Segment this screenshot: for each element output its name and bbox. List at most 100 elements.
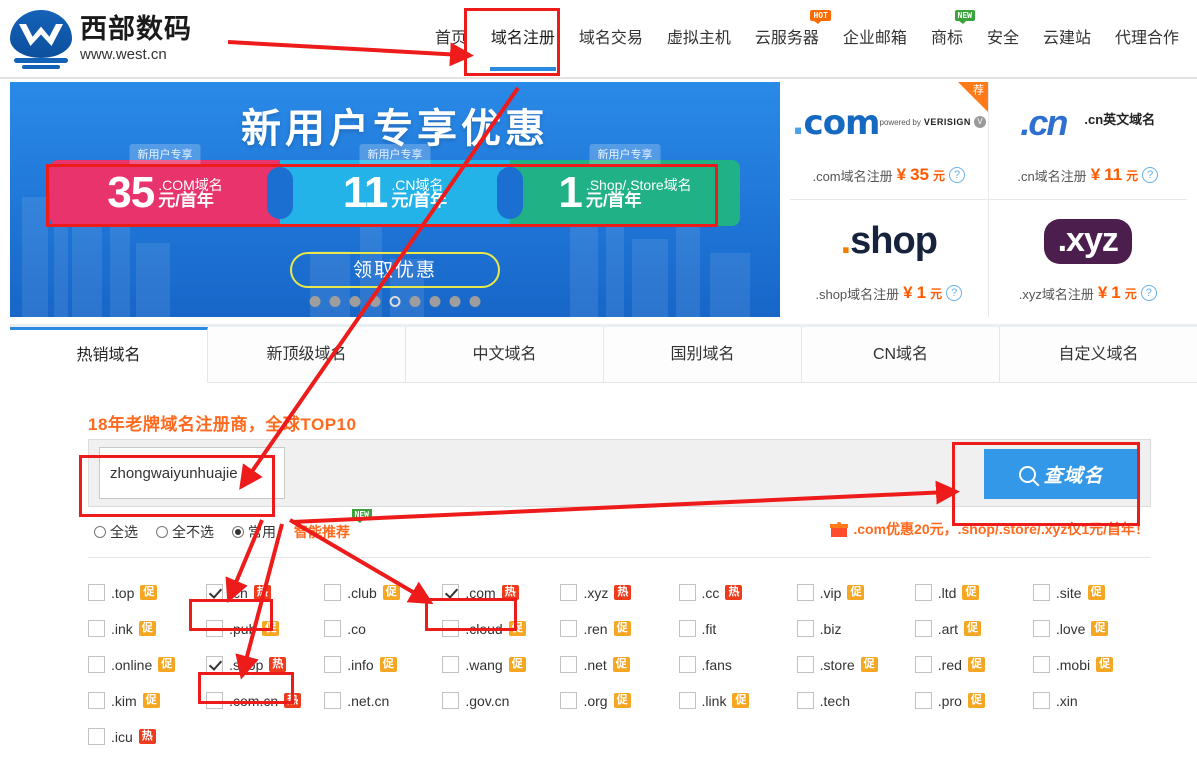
tld-checkbox-fans[interactable]: .fans: [678, 653, 797, 676]
nav-item-8[interactable]: 云建站: [1031, 0, 1103, 77]
checkbox-icon[interactable]: [88, 584, 105, 601]
checkbox-icon[interactable]: [678, 656, 696, 673]
tld-checkbox-pro[interactable]: .pro 促: [914, 689, 1033, 712]
nav-item-1[interactable]: 域名注册: [479, 0, 567, 77]
checkbox-icon[interactable]: [1032, 656, 1050, 673]
tld-checkbox-kim[interactable]: .kim 促: [88, 689, 206, 712]
carousel-dot-1[interactable]: [329, 296, 341, 307]
tld-checkbox-top[interactable]: .top 促: [88, 581, 206, 604]
checkbox-icon[interactable]: [796, 584, 814, 601]
tld-checkbox-comcn[interactable]: .com.cn 热: [206, 689, 324, 712]
tld-checkbox-cloud[interactable]: .cloud 促: [442, 617, 560, 640]
checkbox-icon[interactable]: [914, 584, 932, 601]
tld-checkbox-ink[interactable]: .ink 促: [88, 617, 206, 640]
tab-0[interactable]: 热销域名: [10, 327, 208, 383]
help-icon[interactable]: ?: [1140, 285, 1157, 302]
checkbox-icon[interactable]: [1032, 692, 1050, 709]
help-icon[interactable]: ?: [946, 285, 963, 302]
carousel-dot-6[interactable]: [429, 296, 441, 307]
tld-checkbox-org[interactable]: .org 促: [560, 689, 678, 712]
nav-item-5[interactable]: 企业邮箱: [831, 0, 919, 77]
tld-checkbox-net[interactable]: .net 促: [560, 653, 678, 676]
checkbox-icon[interactable]: [88, 656, 105, 673]
tld-checkbox-icu[interactable]: .icu 热: [88, 725, 206, 748]
checkbox-icon[interactable]: [796, 656, 814, 673]
promo-card-shop[interactable]: .shop .shop域名注册 ¥1 元?: [790, 199, 989, 317]
checkbox-icon[interactable]: [442, 620, 460, 637]
tld-checkbox-cc[interactable]: .cc 热: [678, 581, 797, 604]
carousel-dot-2[interactable]: [349, 296, 361, 307]
carousel-dot-0[interactable]: [309, 296, 321, 307]
promo-banner[interactable]: 新用户专享优惠 新用户专享 35 .COM域名 元/首年 新用户专享 11 .CN域名 元/首…: [10, 82, 780, 317]
select-option-0[interactable]: 全选: [94, 522, 138, 542]
nav-item-7[interactable]: 安全: [975, 0, 1031, 77]
checkbox-icon[interactable]: [1032, 620, 1050, 637]
help-icon[interactable]: ?: [1142, 167, 1159, 184]
checkbox-icon[interactable]: [324, 584, 342, 601]
tld-checkbox-site[interactable]: .site 促: [1032, 581, 1151, 604]
select-option-2[interactable]: 常用: [232, 522, 276, 542]
nav-item-2[interactable]: 域名交易: [567, 0, 655, 77]
tld-checkbox-xin[interactable]: .xin: [1032, 689, 1151, 712]
checkbox-icon[interactable]: [442, 584, 460, 601]
tld-checkbox-fit[interactable]: .fit: [678, 617, 797, 640]
carousel-dot-3[interactable]: [369, 296, 381, 307]
tld-checkbox-pub[interactable]: .pub 促: [206, 617, 324, 640]
select-option-1[interactable]: 全不选: [156, 522, 214, 542]
checkbox-icon[interactable]: [560, 656, 578, 673]
checkbox-icon[interactable]: [324, 692, 342, 709]
checkbox-icon[interactable]: [914, 620, 932, 637]
tld-checkbox-red[interactable]: .red 促: [914, 653, 1033, 676]
checkbox-icon[interactable]: [914, 692, 932, 709]
tld-checkbox-tech[interactable]: .tech: [796, 689, 915, 712]
tab-4[interactable]: CN域名: [802, 327, 1000, 383]
checkbox-icon[interactable]: [442, 656, 460, 673]
promo-card-cn[interactable]: .cn .cn英文域名 .cn域名注册 ¥11 元?: [988, 82, 1187, 200]
checkbox-icon[interactable]: [560, 692, 578, 709]
domain-search-input[interactable]: [99, 447, 285, 499]
checkbox-icon[interactable]: [560, 584, 578, 601]
tld-checkbox-ren[interactable]: .ren 促: [560, 617, 678, 640]
tld-checkbox-club[interactable]: .club 促: [324, 581, 442, 604]
banner-promo-card-1[interactable]: 新用户专享 11 .CN域名 元/首年: [267, 144, 523, 226]
tld-checkbox-com[interactable]: .com 热: [442, 581, 560, 604]
tld-checkbox-love[interactable]: .love 促: [1032, 617, 1151, 640]
tld-checkbox-cn[interactable]: .cn 热: [206, 581, 324, 604]
checkbox-icon[interactable]: [206, 584, 224, 601]
checkbox-icon[interactable]: [88, 620, 105, 637]
carousel-dot-7[interactable]: [449, 296, 461, 307]
nav-item-0[interactable]: 首页: [423, 0, 479, 77]
tld-checkbox-online[interactable]: .online 促: [88, 653, 206, 676]
tab-3[interactable]: 国别域名: [604, 327, 802, 383]
checkbox-icon[interactable]: [88, 728, 105, 745]
tab-2[interactable]: 中文域名: [406, 327, 604, 383]
tld-checkbox-govcn[interactable]: .gov.cn: [442, 689, 560, 712]
carousel-dot-4[interactable]: [389, 296, 401, 307]
tld-checkbox-store[interactable]: .store 促: [796, 653, 915, 676]
checkbox-icon[interactable]: [796, 692, 814, 709]
tld-checkbox-art[interactable]: .art 促: [914, 617, 1033, 640]
radio-icon[interactable]: [94, 526, 106, 538]
checkbox-icon[interactable]: [324, 620, 342, 637]
tld-checkbox-ltd[interactable]: .ltd 促: [914, 581, 1033, 604]
tld-checkbox-link[interactable]: .link 促: [678, 689, 797, 712]
checkbox-icon[interactable]: [678, 620, 696, 637]
checkbox-icon[interactable]: [1032, 584, 1050, 601]
tab-5[interactable]: 自定义域名: [1000, 327, 1197, 383]
checkbox-icon[interactable]: [678, 692, 696, 709]
nav-item-4[interactable]: 云服务器 HOT: [743, 0, 831, 77]
site-logo[interactable]: 西部数码 www.west.cn: [10, 8, 192, 70]
tld-checkbox-biz[interactable]: .biz: [796, 617, 915, 640]
carousel-dot-5[interactable]: [409, 296, 421, 307]
tld-checkbox-mobi[interactable]: .mobi 促: [1032, 653, 1151, 676]
help-icon[interactable]: ?: [949, 167, 966, 184]
checkbox-icon[interactable]: [206, 692, 224, 709]
tld-checkbox-co[interactable]: .co: [324, 617, 442, 640]
checkbox-icon[interactable]: [796, 620, 814, 637]
checkbox-icon[interactable]: [206, 620, 224, 637]
tld-checkbox-netcn[interactable]: .net.cn: [324, 689, 442, 712]
tab-1[interactable]: 新顶级域名: [208, 327, 406, 383]
nav-item-3[interactable]: 虚拟主机: [655, 0, 743, 77]
tld-checkbox-xyz[interactable]: .xyz 热: [560, 581, 678, 604]
checkbox-icon[interactable]: [678, 584, 696, 601]
